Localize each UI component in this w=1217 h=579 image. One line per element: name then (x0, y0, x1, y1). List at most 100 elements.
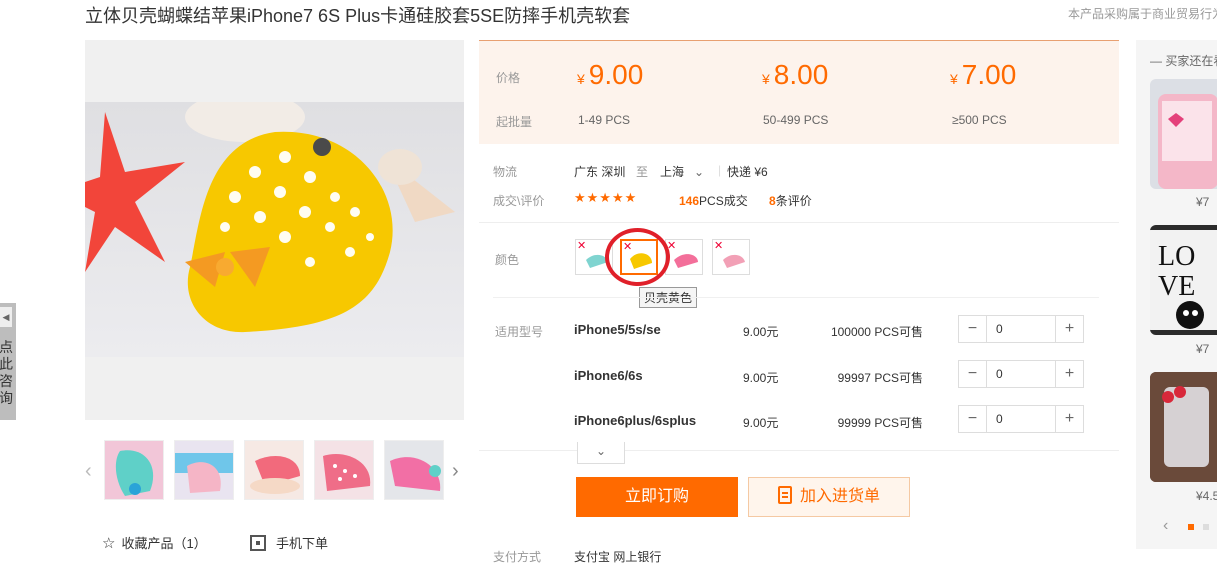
thumb-next-arrow-icon[interactable]: › (452, 460, 459, 483)
qr-code-icon (250, 535, 266, 551)
currency-symbol: ¥ (577, 71, 585, 87)
thumbnail[interactable] (384, 440, 444, 500)
model-name: iPhone5/5s/se (574, 322, 661, 337)
mobile-order-label: 手机下单 (276, 536, 329, 551)
price-value: 7.00 (961, 59, 1017, 90)
chevron-down-icon: ⌄ (694, 165, 705, 179)
model-stock: 100000 PCS可售 (830, 325, 923, 339)
model-name: iPhone6/6s (574, 368, 643, 383)
quantity-input[interactable] (988, 316, 1056, 342)
model-label: 适用型号 (495, 325, 544, 339)
carousel-dot-active[interactable] (1188, 524, 1194, 530)
price-tier-1: ¥9.00 (577, 59, 643, 91)
payment-label: 支付方式 (493, 550, 542, 564)
rail-prev-arrow-icon[interactable]: ‹ (1163, 517, 1168, 535)
review-suffix: 条评价 (775, 194, 812, 208)
separator: | (718, 163, 722, 177)
divider (479, 222, 1119, 223)
recommend-item-image[interactable]: LO VE (1150, 225, 1217, 335)
carousel-dot[interactable] (1203, 524, 1209, 530)
thumbnail[interactable] (244, 440, 304, 500)
model-price: 9.00元 (743, 416, 779, 430)
product-title: 立体贝壳蝴蝶结苹果iPhone7 6S Plus卡通硅胶套5SE防摔手机壳软套 (85, 6, 631, 26)
recommend-price: ¥4.5 (1196, 489, 1217, 503)
tier-range: 50-499 PCS (763, 113, 829, 127)
currency-symbol: ¥ (950, 71, 958, 87)
recommend-item-image[interactable] (1150, 372, 1217, 482)
tier-range: 1-49 PCS (578, 113, 631, 127)
sold-number: 146 (679, 194, 700, 208)
quantity-stepper: − + (958, 405, 1084, 433)
svg-text:LO: LO (1158, 241, 1195, 272)
decrement-button[interactable]: − (959, 316, 987, 342)
star-outline-icon: ☆ (102, 535, 116, 552)
collapse-arrow-icon[interactable]: ◀ (0, 307, 12, 327)
decrement-button[interactable]: − (959, 406, 987, 432)
quantity-input[interactable] (988, 361, 1056, 387)
color-swatch-pink[interactable]: ✕ (665, 239, 703, 275)
add-cart-label: 加入进货单 (799, 488, 880, 505)
ship-from: 广东 深圳 (574, 165, 626, 179)
model-stock: 99999 PCS可售 (837, 416, 923, 430)
highlight-circle (605, 228, 670, 286)
review-link[interactable]: 8条评价 (769, 192, 812, 209)
price-value: 9.00 (588, 59, 644, 90)
ship-to-word: 至 (636, 165, 649, 179)
consult-label: 点此咨询 (0, 339, 13, 406)
quantity-stepper: − + (958, 360, 1084, 388)
rating-stars-icon: ★★★★★ (574, 190, 638, 205)
thumbnail-strip: ‹ › (85, 440, 469, 500)
recommend-price: ¥7 (1196, 342, 1210, 356)
divider (479, 450, 1119, 451)
thumbnail[interactable] (314, 440, 374, 500)
model-price: 9.00元 (743, 325, 779, 339)
x-mark-icon: ✕ (714, 240, 724, 252)
svg-text:VE: VE (1158, 271, 1195, 302)
model-name: iPhone6plus/6splus (574, 413, 697, 428)
decrement-button[interactable]: − (959, 361, 987, 387)
thumb-prev-arrow-icon[interactable]: ‹ (85, 460, 92, 483)
quantity-stepper: − + (958, 315, 1084, 343)
price-value: 8.00 (773, 59, 829, 90)
deals-label: 成交\评价 (493, 194, 545, 208)
mobile-order-link[interactable]: 手机下单 (250, 533, 328, 552)
thumbnail[interactable] (104, 440, 164, 500)
recommend-item-image[interactable] (1150, 79, 1217, 189)
increment-button[interactable]: + (1055, 316, 1083, 342)
buy-now-button[interactable]: 立即订购 (576, 477, 738, 517)
main-product-image[interactable] (85, 40, 464, 420)
payment-methods: 支付宝 网上银行 (574, 550, 662, 564)
currency-symbol: ¥ (762, 71, 770, 87)
model-price: 9.00元 (743, 371, 779, 385)
consult-float-tab[interactable]: ◀ 点此咨询 (0, 303, 16, 420)
clipboard-icon (777, 486, 792, 504)
price-panel: 价格 起批量 ¥9.00 ¥8.00 ¥7.00 1-49 PCS 50-499… (479, 40, 1119, 144)
trade-notice: 本产品采购属于商业贸易行为 (1068, 7, 1217, 21)
sold-count: 146PCS成交 (679, 192, 748, 209)
thumbnail[interactable] (174, 440, 234, 500)
moq-label: 起批量 (496, 115, 533, 129)
review-number: 8 (769, 194, 776, 208)
color-swatch-light-pink[interactable]: ✕ (712, 239, 750, 275)
sold-suffix: PCS成交 (699, 194, 748, 208)
ship-to-select[interactable]: 上海 ⌄ (660, 163, 704, 180)
price-tier-2: ¥8.00 (762, 59, 828, 91)
increment-button[interactable]: + (1055, 406, 1083, 432)
model-stock: 99997 PCS可售 (837, 371, 923, 385)
increment-button[interactable]: + (1055, 361, 1083, 387)
dotted-divider (493, 297, 1099, 298)
expand-models-button[interactable]: ⌄ (577, 442, 625, 464)
ship-to-city: 上海 (660, 165, 685, 179)
color-label: 颜色 (495, 253, 520, 267)
logistics-label: 物流 (493, 165, 518, 179)
add-to-cart-button[interactable]: 加入进货单 (748, 477, 910, 517)
rail-title: — 买家还在看 (1150, 54, 1217, 68)
price-tier-3: ¥7.00 (950, 59, 1016, 91)
x-mark-icon: ✕ (577, 240, 587, 252)
tier-range: ≥500 PCS (952, 113, 1007, 127)
favorite-label: 收藏产品（1） (121, 536, 207, 551)
favorite-product-link[interactable]: ☆ 收藏产品（1） (102, 533, 207, 552)
product-photo (85, 102, 464, 357)
price-label: 价格 (496, 71, 521, 85)
quantity-input[interactable] (988, 406, 1056, 432)
